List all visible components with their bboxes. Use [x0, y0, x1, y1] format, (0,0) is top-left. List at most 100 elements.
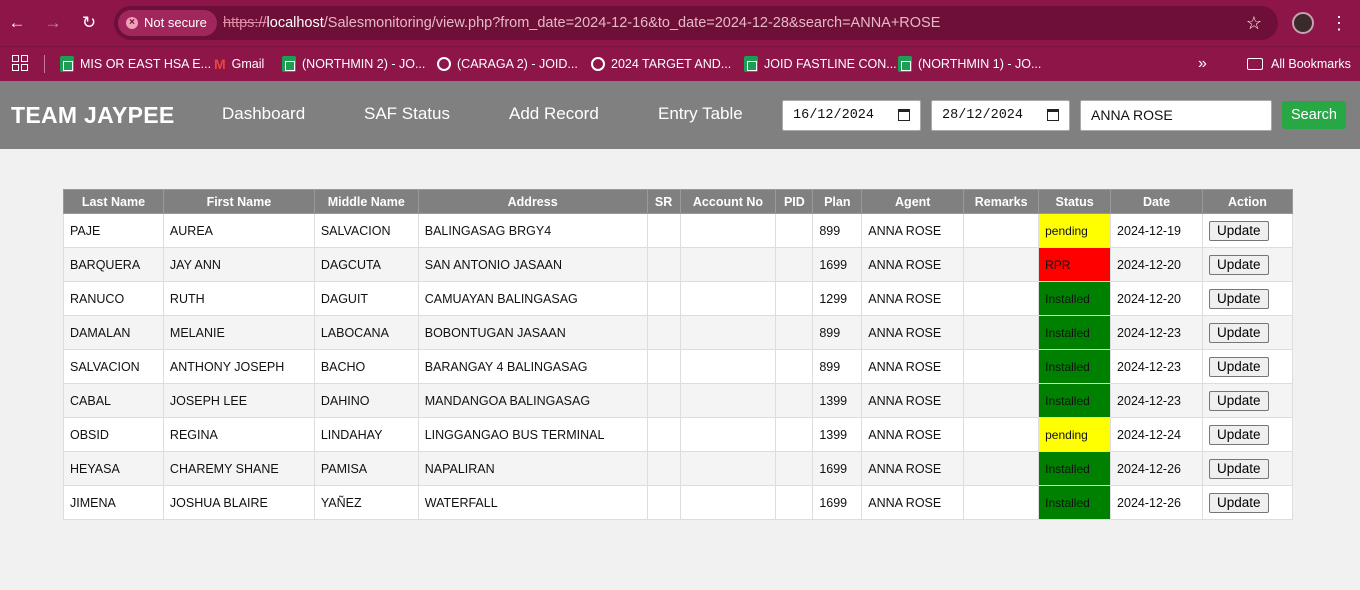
- cell-remarks: [963, 247, 1040, 282]
- bookmark-item[interactable]: 2024 TARGET AND...: [591, 47, 731, 81]
- update-button[interactable]: Update: [1208, 492, 1269, 513]
- column-header: Status: [1038, 189, 1112, 214]
- cell-middle: YAÑEZ: [313, 485, 419, 520]
- cell-action: Update: [1201, 247, 1294, 282]
- cell-account: [679, 315, 777, 350]
- bookmark-item[interactable]: MIS OR EAST HSA E...: [60, 47, 211, 81]
- column-header: Agent: [861, 189, 965, 214]
- cell-remarks: [963, 315, 1040, 350]
- cell-middle: PAMISA: [313, 451, 419, 486]
- table-header-row: Last Name First Name Middle Name Address SR A…: [63, 189, 1294, 214]
- bookmark-item[interactable]: (CARAGA 2) - JOID...: [437, 47, 578, 81]
- from-date-input[interactable]: 16/12/2024: [782, 100, 921, 131]
- update-button[interactable]: Update: [1208, 288, 1269, 309]
- url-text[interactable]: https://localhost/Salesmonitoring/view.p…: [223, 6, 940, 40]
- bookmark-item[interactable]: M Gmail: [214, 47, 264, 81]
- cell-first: RUTH: [162, 281, 315, 316]
- update-button[interactable]: Update: [1208, 424, 1269, 445]
- all-bookmarks-label: All Bookmarks: [1271, 57, 1351, 71]
- status-badge: Installed: [1038, 281, 1112, 316]
- column-header: Plan: [812, 189, 863, 214]
- cell-date: 2024-12-24: [1110, 417, 1203, 452]
- cell-first: JOSHUA BLAIRE: [162, 485, 315, 520]
- reload-icon[interactable]: ↻: [77, 11, 101, 35]
- table-row: BARQUERA JAY ANN DAGCUTA SAN ANTONIO JASAAN…: [63, 247, 1294, 282]
- back-icon[interactable]: ←: [5, 11, 29, 35]
- cell-agent: ANNA ROSE: [861, 451, 965, 486]
- address-bar[interactable]: × Not secure https://localhost/Salesmoni…: [114, 6, 1278, 40]
- nav-entry-table[interactable]: Entry Table: [658, 81, 743, 147]
- cell-agent: ANNA ROSE: [861, 417, 965, 452]
- cell-first: AUREA: [162, 213, 315, 248]
- sheets-icon: [898, 56, 912, 72]
- url-protocol: https://: [223, 15, 267, 31]
- cell-plan: 1699: [812, 485, 863, 520]
- security-chip[interactable]: × Not secure: [118, 10, 217, 36]
- menu-kebab-icon[interactable]: ⋮: [1330, 11, 1348, 35]
- status-badge: Installed: [1038, 349, 1112, 384]
- cell-middle: SALVACION: [313, 213, 419, 248]
- column-header: Account No: [679, 189, 777, 214]
- calendar-icon[interactable]: [898, 109, 910, 121]
- update-button[interactable]: Update: [1208, 458, 1269, 479]
- cell-address: MANDANGOA BALINGASAG: [417, 383, 648, 418]
- cell-remarks: [963, 349, 1040, 384]
- bookmark-star-icon[interactable]: ☆: [1246, 6, 1262, 40]
- nav-add-record[interactable]: Add Record: [509, 81, 599, 147]
- cell-account: [679, 417, 777, 452]
- forward-icon[interactable]: →: [41, 11, 65, 35]
- nav-saf-status[interactable]: SAF Status: [364, 81, 450, 147]
- to-date-input[interactable]: 28/12/2024: [931, 100, 1070, 131]
- column-header: Last Name: [63, 189, 164, 214]
- bookmark-label: 2024 TARGET AND...: [611, 57, 732, 71]
- cell-action: Update: [1201, 451, 1294, 486]
- nav-dashboard[interactable]: Dashboard: [222, 81, 305, 147]
- cell-address: SAN ANTONIO JASAAN: [417, 247, 648, 282]
- apps-grid-icon[interactable]: [12, 55, 28, 71]
- cell-account: [679, 383, 777, 418]
- cell-first: JAY ANN: [162, 247, 315, 282]
- calendar-icon[interactable]: [1047, 109, 1059, 121]
- sheets-icon: [282, 56, 296, 72]
- gmail-icon: M: [214, 56, 226, 72]
- cell-address: BARANGAY 4 BALINGASAG: [417, 349, 648, 384]
- update-button[interactable]: Update: [1208, 220, 1269, 241]
- cell-date: 2024-12-26: [1110, 485, 1203, 520]
- bookmark-label: Gmail: [231, 57, 265, 71]
- table-row: HEYASA CHAREMY SHANE PAMISA NAPALIRAN 1699 AN…: [63, 451, 1294, 486]
- table-row: RANUCO RUTH DAGUIT CAMUAYAN BALINGASAG 1299 A…: [63, 281, 1294, 316]
- update-button[interactable]: Update: [1208, 390, 1269, 411]
- update-button[interactable]: Update: [1208, 254, 1269, 275]
- column-header: Address: [417, 189, 648, 214]
- cell-agent: ANNA ROSE: [861, 281, 965, 316]
- cell-sr: [646, 247, 681, 282]
- bookmark-item[interactable]: (NORTHMIN 2) - JO...: [282, 47, 425, 81]
- cell-agent: ANNA ROSE: [861, 349, 965, 384]
- cell-action: Update: [1201, 281, 1294, 316]
- profile-avatar[interactable]: [1292, 12, 1314, 34]
- all-bookmarks-button[interactable]: All Bookmarks: [1247, 47, 1351, 81]
- bookmark-item[interactable]: (NORTHMIN 1) - JO...: [898, 47, 1041, 81]
- cell-sr: [646, 485, 681, 520]
- bookmark-item[interactable]: JOID FASTLINE CON...: [744, 47, 897, 81]
- status-badge: Installed: [1038, 315, 1112, 350]
- more-bookmarks-button[interactable]: »: [1198, 47, 1207, 81]
- search-button[interactable]: Search: [1282, 101, 1346, 129]
- bookmark-label: JOID FASTLINE CON...: [764, 57, 897, 71]
- table-row: OBSID REGINA LINDAHAY LINGGANGAO BUS TERMIN…: [63, 417, 1294, 452]
- cell-middle: LABOCANA: [313, 315, 419, 350]
- to-date-value: 28/12/2024: [942, 108, 1024, 123]
- cell-date: 2024-12-23: [1110, 315, 1203, 350]
- cell-address: BOBONTUGAN JASAAN: [417, 315, 648, 350]
- update-button[interactable]: Update: [1208, 322, 1269, 343]
- browser-toolbar: ← → ↻ × Not secure https://localhost/Sal…: [0, 0, 1360, 46]
- table-body: PAJE AUREA SALVACION BALINGASAG BRGY4 899 ANN…: [63, 213, 1294, 520]
- cell-date: 2024-12-20: [1110, 247, 1203, 282]
- cell-last: JIMENA: [63, 485, 164, 520]
- update-button[interactable]: Update: [1208, 356, 1269, 377]
- search-input[interactable]: ANNA ROSE: [1080, 100, 1272, 131]
- cell-action: Update: [1201, 417, 1294, 452]
- column-header: PID: [775, 189, 814, 214]
- column-header: SR: [646, 189, 681, 214]
- app-header: TEAM JAYPEE Dashboard SAF Status Add Rec…: [0, 81, 1360, 149]
